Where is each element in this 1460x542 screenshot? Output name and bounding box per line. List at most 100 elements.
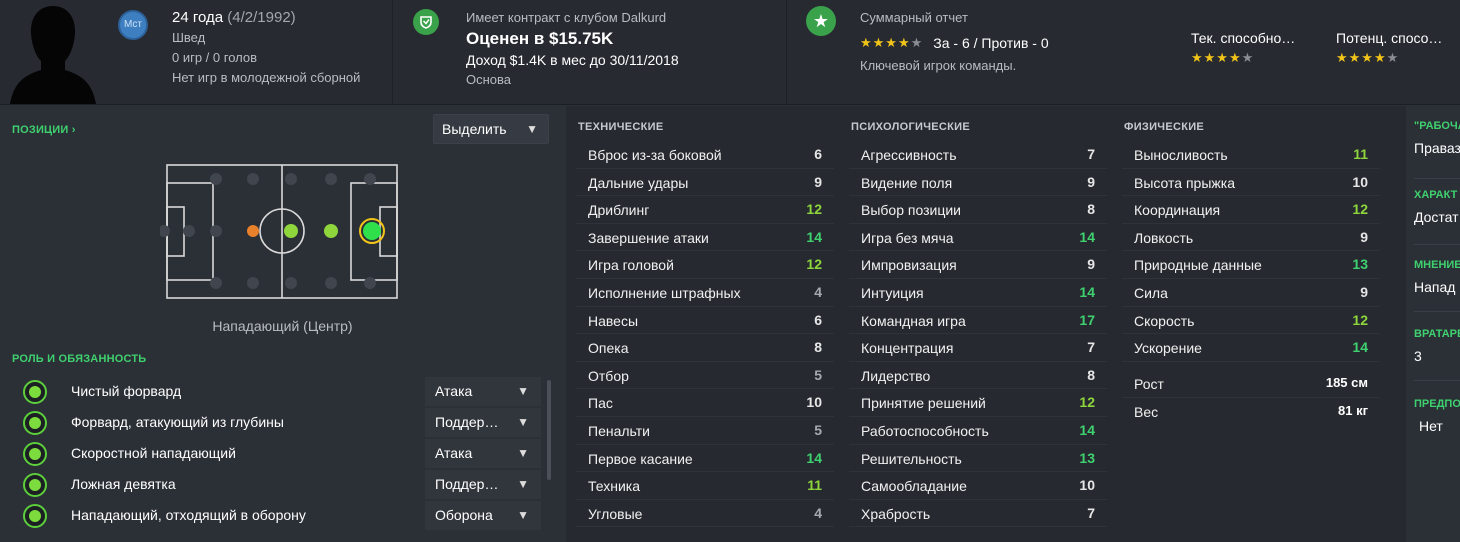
weight-row: Вес 81 кг xyxy=(1122,398,1380,426)
attribute-value: 12 xyxy=(806,256,822,273)
attribute-row[interactable]: Сила 9 xyxy=(1122,279,1380,307)
attribute-row[interactable]: Дальние удары 9 xyxy=(576,169,834,197)
attribute-value: 9 xyxy=(814,173,822,190)
role-name: Ложная девятка xyxy=(71,476,176,492)
technical-list: Вброс из-за боковой 6 Дальние удары 9 Дрибли… xyxy=(576,141,834,528)
attribute-row[interactable]: Лидерство 8 xyxy=(849,362,1107,390)
role-row[interactable]: Форвард, атакующий из глубины Поддер… ▼ xyxy=(0,407,545,438)
role-row[interactable]: Скоростной нападающий Атака ▼ xyxy=(0,438,545,469)
attribute-row[interactable]: Опека 8 xyxy=(576,334,834,362)
chevron-down-icon: ▼ xyxy=(526,122,538,136)
attribute-name: Решительность xyxy=(861,450,962,467)
attribute-row[interactable]: Угловые 4 xyxy=(576,500,834,528)
attribute-row[interactable]: Храбрость 7 xyxy=(849,500,1107,528)
duty-dropdown[interactable]: Атака ▼ xyxy=(425,439,541,468)
attribute-row[interactable]: Ускорение 14 xyxy=(1122,334,1380,362)
attribute-row[interactable]: Природные данные 13 xyxy=(1122,251,1380,279)
attribute-name: Ловкость xyxy=(1134,229,1194,246)
attribute-row[interactable]: Ловкость 9 xyxy=(1122,224,1380,252)
attribute-name: Игра без мяча xyxy=(861,229,954,246)
attribute-row[interactable]: Решительность 13 xyxy=(849,445,1107,473)
attribute-row[interactable]: Видение поля 9 xyxy=(849,169,1107,197)
attribute-value: 9 xyxy=(1087,256,1095,273)
role-suitability-icon xyxy=(23,380,47,404)
attribute-row[interactable]: Скорость 12 xyxy=(1122,307,1380,335)
attribute-name: Угловые xyxy=(588,505,643,522)
attribute-row[interactable]: Техника 11 xyxy=(576,472,834,500)
attribute-row[interactable]: Самообладание 10 xyxy=(849,472,1107,500)
attribute-row[interactable]: Командная игра 17 xyxy=(849,307,1107,335)
attribute-name: Вброс из-за боковой xyxy=(588,147,722,163)
attribute-row[interactable]: Импровизация 9 xyxy=(849,251,1107,279)
attribute-name: Пенальти xyxy=(588,422,650,439)
report-rating-stars: ★★★★★ xyxy=(860,35,924,50)
physical-title: ФИЗИЧЕСКИЕ xyxy=(1124,121,1205,133)
attribute-value: 13 xyxy=(1352,256,1368,273)
role-name: Форвард, атакующий из глубины xyxy=(71,414,284,430)
attribute-value: 7 xyxy=(1087,146,1095,162)
attribute-row[interactable]: Работоспособность 14 xyxy=(849,417,1107,445)
attribute-value: 14 xyxy=(1352,339,1368,356)
attribute-row[interactable]: Исполнение штрафных 4 xyxy=(576,279,834,307)
attribute-row[interactable]: Завершение атаки 14 xyxy=(576,224,834,252)
player-header: Мст 24 года (4/2/1992) Швед 0 игр / 0 го… xyxy=(0,0,1460,105)
attribute-row[interactable]: Пас 10 xyxy=(576,389,834,417)
attribute-name: Принятие решений xyxy=(861,395,986,412)
attribute-name: Выносливость xyxy=(1134,147,1228,163)
duty-dropdown[interactable]: Атака ▼ xyxy=(425,377,541,406)
current-ability: Тек. способно… ★★★★★ xyxy=(1191,30,1295,66)
report-title[interactable]: Суммарный отчет xyxy=(860,8,1049,28)
role-name: Скоростной нападающий xyxy=(71,445,236,461)
role-row[interactable]: Нападающий, отходящий в оборону Оборона ▼ xyxy=(0,500,545,531)
attribute-value: 14 xyxy=(806,228,822,245)
attribute-row[interactable]: Пенальти 5 xyxy=(576,417,834,445)
attribute-value: 8 xyxy=(814,339,822,356)
club-badge[interactable]: Мст xyxy=(118,10,148,40)
attribute-value: 11 xyxy=(807,477,822,494)
contract-info: Имеет контракт с клубом Dalkurd Оценен в… xyxy=(466,8,679,90)
role-name: Чистый форвард xyxy=(71,383,182,399)
role-row[interactable]: Чистый форвард Атака ▼ xyxy=(0,376,545,407)
attribute-row[interactable]: Первое касание 14 xyxy=(576,445,834,473)
attribute-row[interactable]: Отбор 5 xyxy=(576,362,834,390)
attribute-value: 4 xyxy=(814,283,822,300)
positions-title[interactable]: ПОЗИЦИИ › xyxy=(12,124,76,136)
attribute-name: Опека xyxy=(588,340,629,357)
player-nationality: Швед xyxy=(172,30,206,45)
player-income: Доход $1.4K в мес до 30/11/2018 xyxy=(466,52,679,68)
duty-dropdown[interactable]: Оборона ▼ xyxy=(425,501,541,530)
role-row[interactable]: Ложная девятка Поддер… ▼ xyxy=(0,469,545,500)
attribute-row[interactable]: Координация 12 xyxy=(1122,196,1380,224)
attribute-row[interactable]: Интуиция 14 xyxy=(849,279,1107,307)
roles-scrollbar[interactable] xyxy=(547,380,551,480)
attribute-name: Видение поля xyxy=(861,174,953,191)
player-silhouette xyxy=(10,6,96,104)
duty-dropdown[interactable]: Поддер… ▼ xyxy=(425,408,541,437)
attribute-row[interactable]: Вброс из-за боковой 6 xyxy=(576,141,834,169)
attribute-row[interactable]: Агрессивность 7 xyxy=(849,141,1107,169)
weight-value: 81 кг xyxy=(1338,402,1368,418)
attribute-row[interactable]: Принятие решений 12 xyxy=(849,389,1107,417)
contract-club[interactable]: Имеет контракт с клубом Dalkurd xyxy=(466,8,679,28)
attribute-value: 9 xyxy=(1360,283,1368,300)
highlight-dropdown[interactable]: Выделить ▼ xyxy=(433,114,549,144)
chevron-down-icon: ▼ xyxy=(517,508,529,522)
duty-dropdown[interactable]: Поддер… ▼ xyxy=(425,470,541,499)
player-profile: Мст 24 года (4/2/1992) Швед 0 игр / 0 го… xyxy=(0,0,1460,542)
attribute-value: 14 xyxy=(1079,421,1095,438)
attribute-row[interactable]: Выбор позиции 8 xyxy=(849,196,1107,224)
attribute-row[interactable]: Навесы 6 xyxy=(576,307,834,335)
attribute-value: 10 xyxy=(1352,173,1368,190)
attribute-row[interactable]: Игра головой 12 xyxy=(576,251,834,279)
mental-list: Агрессивность 7 Видение поля 9 Выбор позиции… xyxy=(849,141,1107,528)
attribute-row[interactable]: Игра без мяча 14 xyxy=(849,224,1107,252)
attribute-row[interactable]: Дриблинг 12 xyxy=(576,196,834,224)
attribute-name: Завершение атаки xyxy=(588,229,709,246)
attribute-row[interactable]: Высота прыжка 10 xyxy=(1122,169,1380,197)
player-value: Оценен в $15.75K xyxy=(466,29,614,48)
attribute-row[interactable]: Концентрация 7 xyxy=(849,334,1107,362)
position-dot-cm xyxy=(284,224,298,238)
chevron-down-icon: ▼ xyxy=(517,446,529,460)
position-dot-st[interactable] xyxy=(363,222,381,240)
attribute-row[interactable]: Выносливость 11 xyxy=(1122,141,1380,169)
